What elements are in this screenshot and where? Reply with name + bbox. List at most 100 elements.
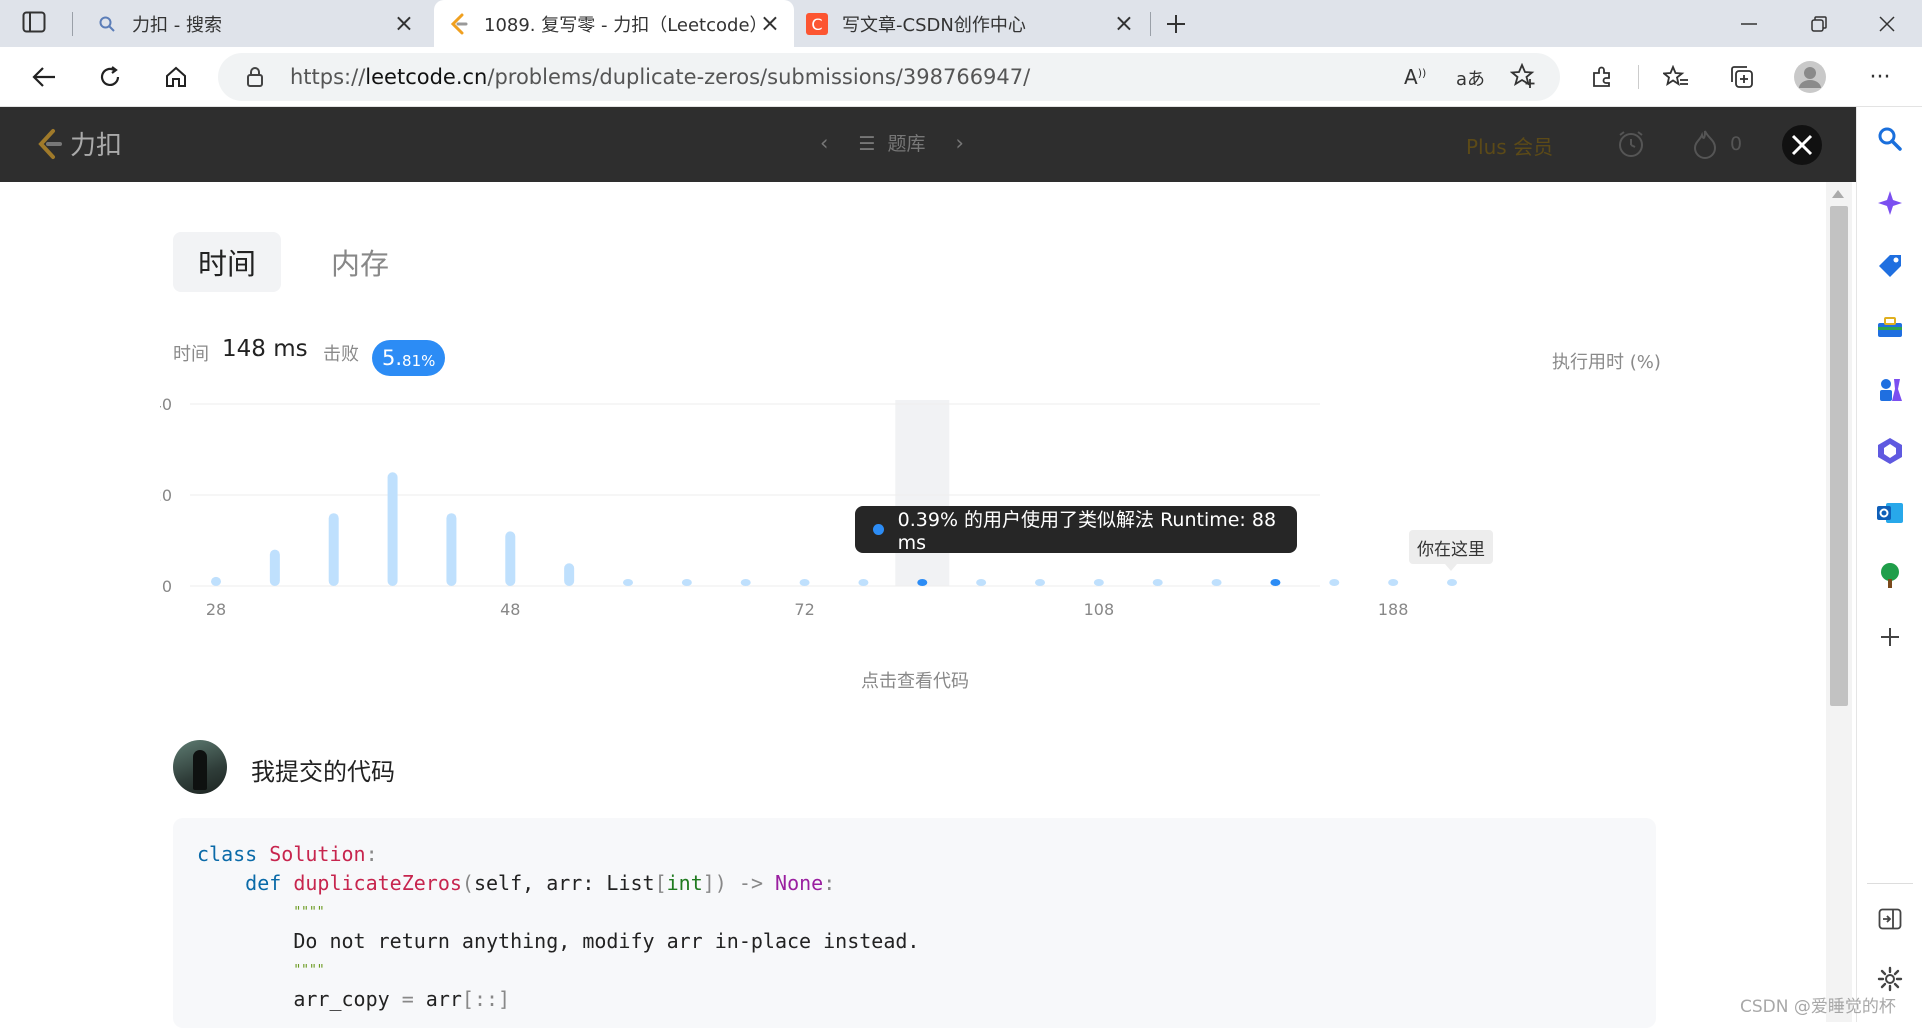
x-tick-label: 28 <box>206 600 226 619</box>
alarm-clock-icon[interactable] <box>1616 129 1646 163</box>
tools-icon[interactable] <box>1876 313 1904 341</box>
chart-bar <box>799 579 810 586</box>
profile-avatar-icon[interactable] <box>1788 55 1832 99</box>
search-icon[interactable] <box>1876 125 1904 153</box>
streak-count: 0 <box>1730 133 1743 155</box>
chart-bar <box>269 549 280 586</box>
chart-bar <box>1093 579 1104 586</box>
chart-bar <box>623 579 633 586</box>
tab-leetcode-search[interactable]: 力扣 - 搜索 × <box>88 0 428 47</box>
y-tick-label: 20 <box>160 486 172 505</box>
svg-text:C: C <box>811 15 822 34</box>
translate-icon[interactable]: aあ <box>1456 65 1485 91</box>
chart-bar <box>1388 579 1399 586</box>
edge-sidebar <box>1856 107 1922 1022</box>
copilot-icon[interactable] <box>1876 189 1904 217</box>
settings-gear-icon[interactable] <box>1876 965 1904 993</box>
add-sidebar-app-icon[interactable] <box>1876 623 1904 651</box>
tab-title: 力扣 - 搜索 <box>132 14 222 36</box>
collections-icon[interactable] <box>1720 55 1764 99</box>
microsoft-365-icon[interactable] <box>1876 437 1904 465</box>
tab-duplicate-zeros[interactable]: 1089. 复写零 - 力扣（Leetcode） × <box>434 0 794 47</box>
y-tick-label: 40 <box>160 395 172 414</box>
vertical-scrollbar[interactable] <box>1826 182 1852 1022</box>
prev-problem-icon[interactable]: ‹ <box>820 131 828 155</box>
chart-bar <box>1035 579 1045 586</box>
plus-member-link[interactable]: Plus 会员 <box>1466 131 1553 160</box>
chart-bar <box>328 513 339 586</box>
url-field[interactable]: https://leetcode.cn/problems/duplicate-z… <box>218 53 1560 101</box>
lock-icon[interactable] <box>246 66 264 92</box>
chart-bar <box>1211 579 1222 586</box>
chart-bar <box>564 563 575 586</box>
chart-bar <box>446 513 457 586</box>
next-problem-icon[interactable]: › <box>956 131 964 155</box>
extensions-icon[interactable] <box>1580 55 1624 99</box>
beat-label: 击败 <box>323 344 359 365</box>
runtime-axis-label: 执行用时 (%) <box>1552 352 1661 373</box>
close-window-button[interactable] <box>1852 0 1922 47</box>
leetcode-logo-icon <box>448 13 470 35</box>
tab-time[interactable]: 时间 <box>173 232 281 292</box>
y-tick-label: 0 <box>162 577 172 596</box>
close-icon <box>1791 134 1813 156</box>
restore-button[interactable] <box>1784 0 1854 47</box>
games-icon[interactable] <box>1876 375 1904 403</box>
tab-actions-button[interactable] <box>22 11 48 35</box>
chart-bar <box>211 576 221 586</box>
scroll-up-arrow[interactable] <box>1832 190 1844 198</box>
tooltip-dot <box>873 524 884 535</box>
leetcode-logo-icon <box>38 128 62 159</box>
close-tab-icon[interactable]: × <box>760 11 780 35</box>
csdn-logo-icon: C <box>806 12 828 35</box>
leetcode-logo[interactable]: 力扣 <box>36 125 122 162</box>
back-button[interactable] <box>22 55 66 99</box>
address-bar: https://leetcode.cn/problems/duplicate-z… <box>0 47 1922 107</box>
read-aloud-icon[interactable]: A)) <box>1404 65 1426 89</box>
chart-bar <box>1152 579 1163 586</box>
minimize-button[interactable] <box>1714 0 1784 47</box>
x-tick-label: 72 <box>794 600 814 619</box>
chart-bar <box>1447 579 1457 586</box>
view-code-link[interactable]: 点击查看代码 <box>0 667 1830 693</box>
my-code-title: 我提交的代码 <box>251 758 395 786</box>
streak-flame-icon[interactable]: 0 <box>1692 129 1742 159</box>
tab-title: 1089. 复写零 - 力扣（Leetcode） <box>484 14 768 36</box>
tab-memory[interactable]: 内存 <box>320 232 400 292</box>
x-tick-label: 108 <box>1084 600 1115 619</box>
problem-nav: ‹ ☰ 题库 › <box>820 129 964 156</box>
close-tab-icon[interactable]: × <box>394 11 414 35</box>
beat-percent-badge: 5. 81% <box>372 340 446 376</box>
x-tick-label: 48 <box>500 600 520 619</box>
chart-bar <box>1270 579 1281 586</box>
time-value: 148 ms <box>222 336 308 362</box>
favorites-icon[interactable] <box>1654 55 1698 99</box>
code-text: class Solution: def duplicateZeros(self,… <box>197 842 920 1011</box>
avatar[interactable] <box>173 740 227 794</box>
logo-text: 力扣 <box>70 131 123 161</box>
chart-bar <box>858 579 869 586</box>
scrollbar-thumb[interactable] <box>1830 206 1848 706</box>
time-label: 时间 <box>173 344 209 365</box>
close-modal-button[interactable] <box>1782 125 1822 165</box>
outlook-icon[interactable] <box>1876 499 1904 527</box>
new-tab-button[interactable] <box>1160 8 1192 40</box>
url-text[interactable]: https://leetcode.cn/problems/duplicate-z… <box>290 65 1030 89</box>
tab-strip: 力扣 - 搜索 × 1089. 复写零 - 力扣（Leetcode） × C 写… <box>0 0 1922 47</box>
refresh-button[interactable] <box>88 55 132 99</box>
chart-bar <box>681 579 692 586</box>
problem-list-button[interactable]: ☰ 题库 <box>858 129 925 156</box>
tree-icon[interactable] <box>1876 561 1904 589</box>
more-menu-icon[interactable]: ··· <box>1858 55 1902 99</box>
home-button[interactable] <box>154 55 198 99</box>
tab-csdn[interactable]: C 写文章-CSDN创作中心 × <box>800 0 1148 47</box>
shopping-tag-icon[interactable] <box>1876 251 1904 279</box>
x-tick-label: 188 <box>1378 600 1409 619</box>
search-icon <box>96 13 118 35</box>
tab-title: 写文章-CSDN创作中心 <box>842 14 1026 36</box>
leetcode-header: 力扣 ‹ ☰ 题库 › Plus 会员 0 <box>0 107 1856 182</box>
hide-sidebar-icon[interactable] <box>1876 905 1904 933</box>
close-tab-icon[interactable]: × <box>1114 11 1134 35</box>
add-favorite-icon[interactable] <box>1509 62 1536 93</box>
you-are-here-label: 你在这里 <box>1409 530 1493 571</box>
